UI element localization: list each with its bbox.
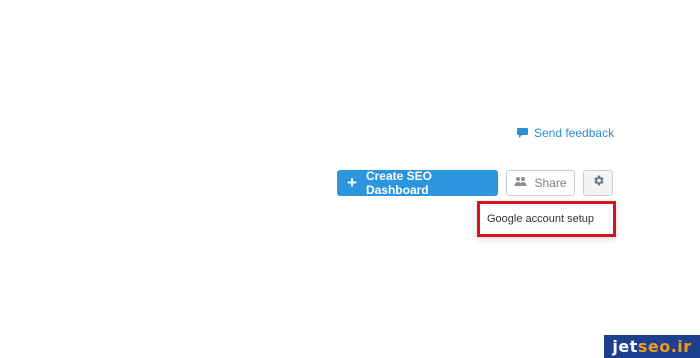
watermark-part-1: jet — [612, 337, 638, 356]
settings-dropdown-menu: Google account setup — [477, 201, 616, 237]
gear-icon — [592, 174, 605, 192]
create-seo-dashboard-button[interactable]: + Create SEO Dashboard — [337, 169, 498, 197]
create-seo-dashboard-label: Create SEO Dashboard — [365, 169, 432, 197]
watermark-part-2: seo.ir — [637, 337, 692, 356]
share-button[interactable]: Share — [506, 170, 575, 196]
share-label: Share — [534, 176, 567, 190]
send-feedback-label: Send feedback — [534, 126, 615, 140]
settings-button[interactable] — [583, 170, 613, 196]
users-icon — [514, 176, 527, 190]
google-account-setup-menu-item[interactable]: Google account setup — [487, 213, 594, 225]
send-feedback-link[interactable]: Send feedback — [516, 126, 614, 140]
dashboard-toolbar: + Create SEO Dashboard Share — [337, 169, 613, 197]
page: Send feedback + Create SEO Dashboard Sha… — [0, 0, 700, 358]
speech-bubble-icon — [516, 127, 529, 139]
watermark-logo: jet seo.ir — [604, 335, 700, 358]
plus-icon: + — [347, 172, 357, 192]
